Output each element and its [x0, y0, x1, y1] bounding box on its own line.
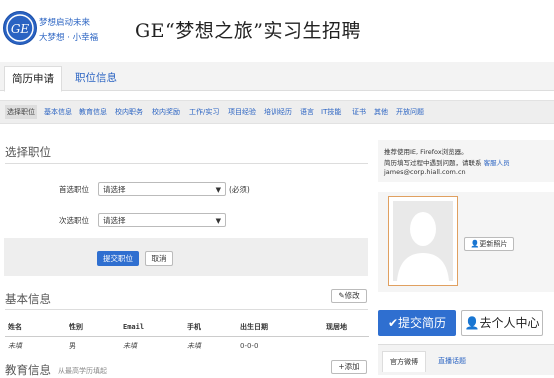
nav-select-position[interactable]: 选择职位	[5, 105, 37, 119]
form-actions	[4, 238, 368, 276]
tab-live-topics[interactable]: 直播话题	[430, 351, 474, 371]
check-icon: ✔	[387, 316, 399, 330]
update-photo-label: 更新照片	[479, 240, 508, 248]
personal-center-label: 去个人中心	[479, 316, 540, 330]
browser-note: 推荐使用IE, Firefox浏览器。	[384, 148, 468, 156]
add-label: 添加	[344, 362, 360, 371]
submit-position-button[interactable]: 提交职位	[97, 251, 139, 266]
col-name: 姓名	[5, 318, 66, 337]
nav-open-questions[interactable]: 开放问题	[396, 105, 424, 119]
nav-campus-awards[interactable]: 校内奖励	[152, 105, 180, 119]
nav-training[interactable]: 培训经历	[264, 105, 292, 119]
first-position-label: 首选职位	[59, 185, 89, 194]
nav-projects[interactable]: 项目经验	[228, 105, 256, 119]
col-birthdate: 出生日期	[237, 318, 323, 337]
col-phone: 手机	[184, 318, 237, 337]
nav-certificates[interactable]: 证书	[352, 105, 366, 119]
education-title: 教育信息	[5, 363, 51, 377]
help-prefix: 简历填写过程中遇到问题，请联系	[384, 159, 482, 167]
nav-language[interactable]: 语言	[300, 105, 314, 119]
support-link[interactable]: 客服人员	[484, 159, 510, 167]
edit-label: 修改	[344, 291, 360, 300]
submit-resume-label: 提交简历	[398, 316, 447, 330]
col-residence: 现居地	[323, 318, 369, 337]
col-gender: 性别	[66, 318, 120, 337]
tab-resume-apply[interactable]: 简历申请	[4, 66, 62, 92]
add-education-button[interactable]: +添加	[331, 360, 367, 374]
slogan-line1: 梦想启动未来	[39, 18, 91, 28]
select-position-title: 选择职位	[5, 145, 51, 159]
cancel-button[interactable]: 取消	[145, 251, 173, 266]
table-header-row: 姓名 性别 Email 手机 出生日期 现居地	[5, 318, 369, 337]
page-header: GE 梦想启动未来 大梦想 · 小幸福 GE“梦想之旅”实习生招聘	[0, 0, 554, 62]
tab-position-info[interactable]: 职位信息	[64, 66, 128, 90]
second-position-select[interactable]: 请选择 ▼	[98, 213, 226, 227]
cell-birthdate: 0-0-0	[240, 342, 259, 350]
logo-text: GE	[11, 22, 30, 36]
first-position-select[interactable]: 请选择 ▼	[98, 182, 226, 196]
nav-education[interactable]: 教育信息	[79, 105, 107, 119]
cell-gender: 男	[69, 342, 76, 350]
avatar-silhouette	[393, 201, 453, 281]
required-note: (必须)	[229, 185, 250, 194]
col-email: Email	[120, 318, 184, 337]
user-icon: 👤	[464, 316, 480, 330]
tab-official-weibo[interactable]: 官方微博	[382, 351, 426, 372]
divider	[5, 163, 368, 164]
nav-campus-roles[interactable]: 校内职务	[115, 105, 143, 119]
education-hint: 从最高学历填起	[58, 367, 107, 375]
section-nav: 选择职位 基本信息 教育信息 校内职务 校内奖励 工作/实习 项目经验 培训经历…	[0, 100, 554, 124]
chevron-down-icon: ▼	[215, 186, 221, 194]
divider	[5, 309, 368, 310]
nav-basic-info[interactable]: 基本信息	[44, 105, 72, 119]
basic-info-title: 基本信息	[5, 292, 51, 306]
basic-info-table: 姓名 性别 Email 手机 出生日期 现居地 未填 男 未填 未填 0-0-0	[5, 318, 369, 355]
weibo-tabs: 官方微博 直播话题	[378, 344, 554, 375]
cell-name: 未填	[8, 342, 22, 350]
table-row: 未填 男 未填 未填 0-0-0	[5, 337, 369, 356]
profile-photo	[388, 196, 458, 286]
chevron-down-icon: ▼	[215, 217, 221, 225]
submit-resume-button[interactable]: ✔提交简历	[378, 310, 456, 336]
first-position-value: 请选择	[103, 185, 126, 194]
page-title: GE“梦想之旅”实习生招聘	[135, 20, 361, 42]
slogan-line2: 大梦想 · 小幸福	[39, 33, 99, 43]
support-email: james@corp.hiall.com.cn	[384, 168, 466, 176]
edit-basic-info-button[interactable]: ✎修改	[331, 289, 367, 303]
cell-email: 未填	[123, 342, 137, 350]
second-position-value: 请选择	[103, 216, 126, 225]
cell-residence	[323, 337, 369, 356]
personal-center-button[interactable]: 👤去个人中心	[461, 310, 543, 336]
help-text: 简历填写过程中遇到问题，请联系 客服人员	[384, 157, 510, 167]
cell-phone: 未填	[187, 342, 201, 350]
main-tabs: 简历申请 职位信息	[0, 62, 554, 92]
update-photo-button[interactable]: 👤更新照片	[464, 237, 514, 251]
nav-it-skills[interactable]: IT技能	[321, 105, 341, 119]
second-position-label: 次选职位	[59, 216, 89, 225]
ge-logo: GE	[3, 11, 37, 45]
nav-other[interactable]: 其他	[374, 105, 388, 119]
nav-work-intern[interactable]: 工作/实习	[189, 105, 219, 119]
